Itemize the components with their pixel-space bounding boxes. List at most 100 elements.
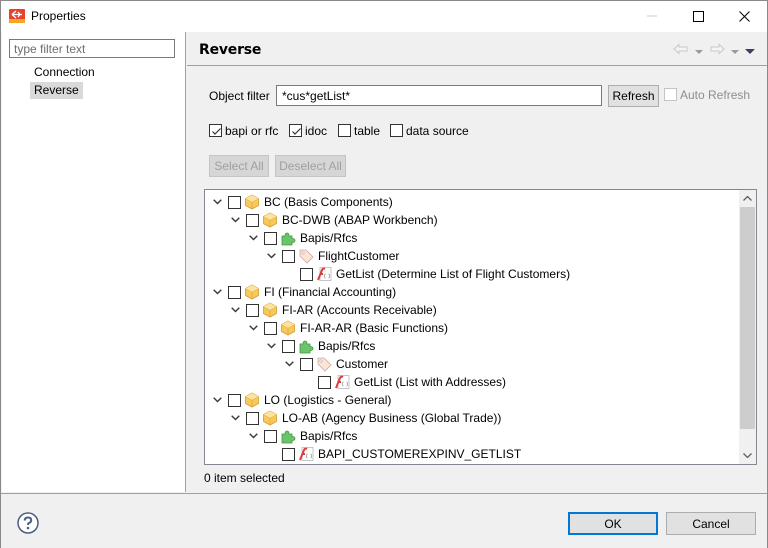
package-icon [244,392,260,408]
tree-item[interactable]: BC (Basis Components) [211,193,393,211]
tree-item-checkbox[interactable] [264,231,277,245]
sidebar-item-connection[interactable]: Connection [30,64,99,81]
chevron-down-icon[interactable] [229,211,241,229]
button-bar: OK Cancel [1,493,767,548]
forward-arrow-icon[interactable] [709,43,725,58]
tree-item[interactable]: GetList (List with Addresses) [301,373,506,391]
tree-item[interactable]: LO (Logistics - General) [211,391,391,409]
data-source-label: data source [406,124,469,138]
tree-item-checkbox[interactable] [282,447,295,461]
tree-item-checkbox[interactable] [228,393,241,407]
function-icon [316,266,332,282]
deselect-all-button[interactable]: Deselect All [275,155,346,177]
tree-item[interactable]: Bapis/Rfcs [247,427,357,445]
table-label: table [354,124,381,138]
page-title: Reverse [199,42,262,58]
chevron-down-icon[interactable] [211,283,223,301]
tree-item-checkbox[interactable] [228,195,241,209]
tree-item-checkbox[interactable] [228,285,241,299]
tree-item[interactable]: BAPI_CUSTOMEREXPINV_GETLIST [265,445,521,463]
tree-item[interactable]: Bapis/Rfcs [247,229,357,247]
scroll-down-button[interactable] [739,447,756,464]
tag-icon [298,248,314,264]
tree-item[interactable]: Customer [283,355,388,373]
minimize-button[interactable] [629,1,675,31]
back-arrow-icon[interactable] [673,43,689,58]
title-bar: Properties [1,1,767,32]
idoc-label: idoc [305,124,328,138]
view-menu-icon[interactable] [745,44,755,58]
table-checkbox[interactable] [338,124,351,137]
cancel-button[interactable]: Cancel [666,512,756,535]
tree-item-label: Bapis/Rfcs [300,231,358,245]
tree-item-checkbox[interactable] [300,267,313,281]
tree-item[interactable]: FI-AR-AR (Basic Functions) [247,319,448,337]
puzzle-icon [280,230,296,246]
tree-item-checkbox[interactable] [246,411,259,425]
close-button[interactable] [721,1,767,31]
check-icon [212,128,221,135]
tree-item[interactable]: GetList (Determine List of Flight Custom… [283,265,570,283]
scroll-up-button[interactable] [739,190,756,207]
tree-item-checkbox[interactable] [318,375,331,389]
sidebar-item-reverse[interactable]: Reverse [30,82,83,99]
scroll-thumb[interactable] [740,207,755,429]
tree-item[interactable]: FI (Financial Accounting) [211,283,396,301]
help-icon [17,512,39,534]
tree-item-checkbox[interactable] [282,339,295,353]
tree-item-checkbox[interactable] [282,249,295,263]
tree-item-label: LO-AB (Agency Business (Global Trade)) [282,411,502,425]
back-menu-icon[interactable] [695,44,703,58]
refresh-button[interactable]: Refresh [608,85,659,107]
close-icon [738,10,750,22]
maximize-button[interactable] [675,1,721,31]
chevron-down-icon [743,453,752,458]
chevron-down-icon[interactable] [247,229,259,247]
maximize-icon [692,10,704,22]
auto-refresh-label: Auto Refresh [680,88,751,102]
tree-item-checkbox[interactable] [264,429,277,443]
package-icon [262,212,278,228]
tree-item-checkbox[interactable] [300,357,313,371]
chevron-down-icon[interactable] [247,427,259,445]
object-filter-label: Object filter [209,89,270,103]
ok-button[interactable]: OK [568,512,658,535]
idoc-checkbox[interactable] [289,124,302,137]
help-button[interactable] [17,512,39,537]
selection-status: 0 item selected [204,471,285,485]
chevron-down-icon[interactable] [229,301,241,319]
object-filter-input[interactable] [276,85,602,106]
tree-item[interactable]: FlightCustomer [265,247,399,265]
navigation-toolbar [673,43,755,58]
tree-item-label: Customer [336,357,389,371]
tree-item[interactable]: BC-DWB (ABAP Workbench) [229,211,438,229]
chevron-down-icon[interactable] [211,193,223,211]
vertical-scrollbar[interactable] [739,190,756,464]
tree-item-label: BAPI_CUSTOMEREXPINV_GETLIST [318,447,522,461]
chevron-down-icon[interactable] [247,319,259,337]
data-source-checkbox[interactable] [390,124,403,137]
bapi-rfc-checkbox[interactable] [209,124,222,137]
chevron-down-icon[interactable] [229,409,241,427]
tree-item-checkbox[interactable] [246,213,259,227]
tree-item[interactable]: LO-AB (Agency Business (Global Trade)) [229,409,501,427]
chevron-down-icon[interactable] [265,247,277,265]
tree-item-label: FI (Financial Accounting) [264,285,397,299]
select-all-button[interactable]: Select All [209,155,269,177]
tree-item-checkbox[interactable] [246,303,259,317]
bapi-rfc-label: bapi or rfc [225,124,279,138]
tree-item[interactable]: FI-AR (Accounts Receivable) [229,301,437,319]
chevron-down-icon[interactable] [283,355,295,373]
tree-item-checkbox[interactable] [264,321,277,335]
chevron-down-icon[interactable] [265,337,277,355]
package-icon [244,194,260,210]
minimize-icon [647,15,657,17]
forward-menu-icon[interactable] [731,44,739,58]
tree-item-label: FI-AR-AR (Basic Functions) [300,321,449,335]
chevron-down-icon[interactable] [211,391,223,409]
package-icon [262,302,278,318]
tree-item[interactable]: Bapis/Rfcs [265,337,375,355]
filter-input[interactable] [9,39,175,58]
auto-refresh-checkbox[interactable] [664,88,677,101]
